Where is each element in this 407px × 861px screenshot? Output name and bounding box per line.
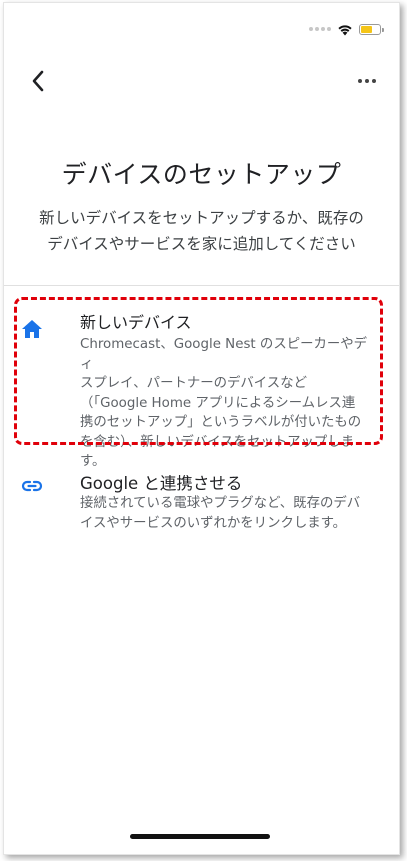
more-horizontal-icon [358,79,376,83]
subtitle-line: 新しいデバイスをセットアップするか、既存の [39,209,364,227]
battery-icon [359,23,384,35]
status-bar [309,19,384,39]
page-subtitle: 新しいデバイスをセットアップするか、既存の デバイスやサービスを家に追加してくだ… [24,205,379,257]
page-title: デバイスのセットアップ [61,160,342,189]
link-icon [21,480,43,492]
highlight-annotation [14,297,383,445]
phone-screen: デバイスのセットアップ 新しいデバイスをセットアップするか、既存の デバイスやサ… [3,2,400,855]
back-button[interactable] [22,65,54,97]
description-line: イスやサービスのいずれかをリンクします。 [80,515,347,531]
option-description: 接続されている電球やプラグなど、既存のデバ イスやサービスのいずれかをリンクしま… [80,494,377,533]
description-line: す。 [80,454,106,469]
chevron-left-icon [32,70,44,92]
subtitle-line: デバイスやサービスを家に追加してください [47,235,356,253]
signal-icon [309,27,331,31]
divider [4,285,399,286]
option-title: Google と連携させる [80,474,243,493]
description-line: 接続されている電球やプラグなど、既存のデバ [80,496,361,511]
home-indicator[interactable] [130,834,270,839]
wifi-icon [338,24,352,35]
more-options-button[interactable] [351,65,383,97]
